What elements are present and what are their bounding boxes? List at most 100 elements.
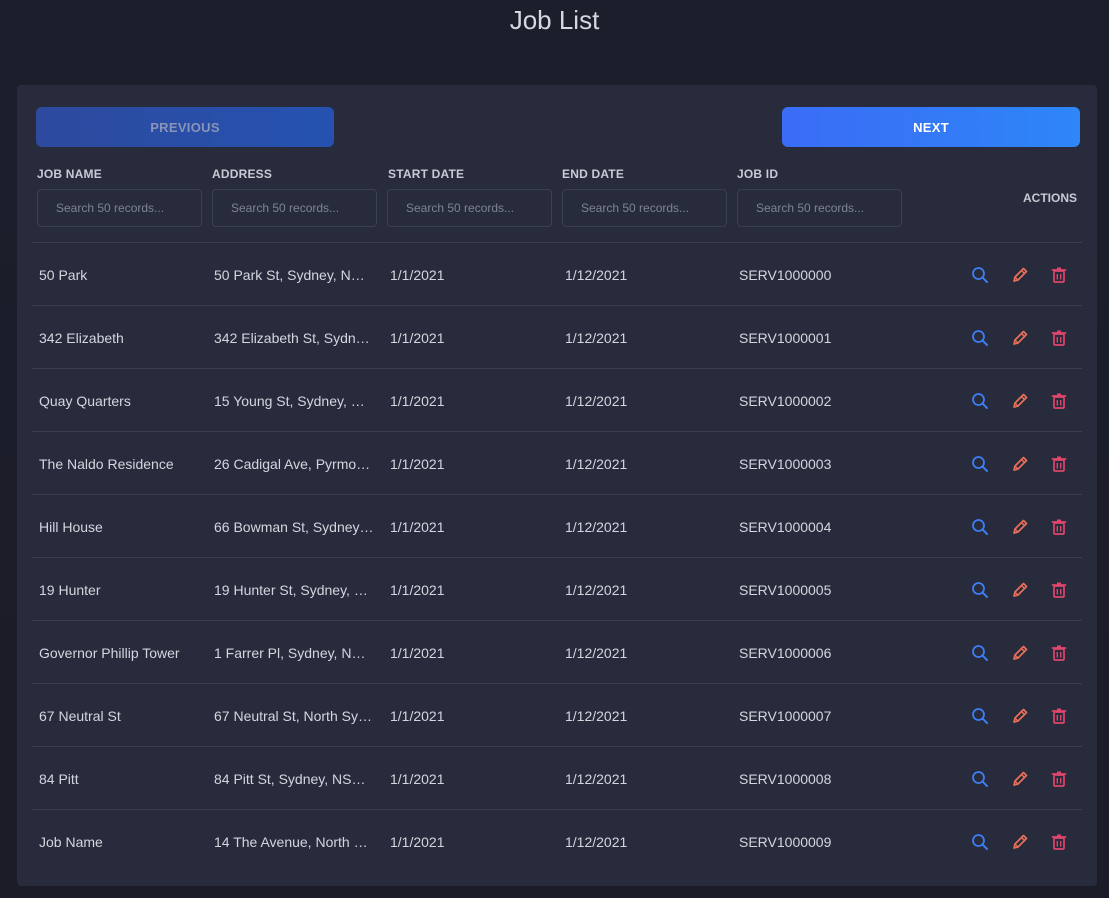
address-cell: 84 Pitt St, Sydney, NSW 2000	[214, 771, 374, 787]
address-search-input[interactable]	[212, 189, 377, 227]
trash-icon[interactable]	[1049, 580, 1069, 600]
table-row: 84 Pitt 84 Pitt St, Sydney, NSW 2000 1/1/2…	[32, 746, 1082, 809]
table-row: Job Name 14 The Avenue, North Sydney NSW …	[32, 809, 1082, 872]
table-row: Governor Phillip Tower 1 Farrer Pl, Sydne…	[32, 620, 1082, 683]
pencil-icon[interactable]	[1010, 769, 1030, 789]
job-id-cell: SERV1000006	[739, 645, 832, 661]
table-row: Hill House 66 Bowman St, Sydney NSW 2009 1…	[32, 494, 1082, 557]
trash-icon[interactable]	[1049, 391, 1069, 411]
search-icon[interactable]	[970, 265, 990, 285]
end-date-search-input[interactable]	[562, 189, 727, 227]
search-icon[interactable]	[970, 832, 990, 852]
table-row: 19 Hunter 19 Hunter St, Sydney, NSW 2000 1…	[32, 557, 1082, 620]
address-cell: 66 Bowman St, Sydney NSW 2009	[214, 519, 374, 535]
start-date-cell: 1/1/2021	[390, 456, 445, 472]
job-name-cell: 84 Pitt	[39, 771, 79, 787]
trash-icon[interactable]	[1049, 265, 1069, 285]
pencil-icon[interactable]	[1010, 328, 1030, 348]
job-name-cell: Job Name	[39, 834, 103, 850]
job-name-search-input[interactable]	[37, 189, 202, 227]
start-date-cell: 1/1/2021	[390, 582, 445, 598]
next-button[interactable]: NEXT	[782, 107, 1080, 147]
job-list-card: PREVIOUS NEXT JOB NAME ADDRESS START DAT…	[17, 85, 1097, 886]
start-date-cell: 1/1/2021	[390, 771, 445, 787]
trash-icon[interactable]	[1049, 832, 1069, 852]
search-icon[interactable]	[970, 706, 990, 726]
pencil-icon[interactable]	[1010, 832, 1030, 852]
trash-icon[interactable]	[1049, 328, 1069, 348]
end-date-cell: 1/12/2021	[565, 834, 628, 850]
job-name-cell: Quay Quarters	[39, 393, 131, 409]
end-date-cell: 1/12/2021	[565, 708, 628, 724]
start-date-cell: 1/1/2021	[390, 645, 445, 661]
pencil-icon[interactable]	[1010, 265, 1030, 285]
pencil-icon[interactable]	[1010, 580, 1030, 600]
job-name-cell: 67 Neutral St	[39, 708, 121, 724]
table-row: 50 Park 50 Park St, Sydney, NSW 2000 1/1/2…	[32, 242, 1082, 305]
job-name-cell: 19 Hunter	[39, 582, 101, 598]
job-name-cell: The Naldo Residence	[39, 456, 174, 472]
pencil-icon[interactable]	[1010, 706, 1030, 726]
pencil-icon[interactable]	[1010, 517, 1030, 537]
start-date-cell: 1/1/2021	[390, 519, 445, 535]
search-icon[interactable]	[970, 328, 990, 348]
table-row: 342 Elizabeth 342 Elizabeth St, Sydney NS…	[32, 305, 1082, 368]
search-icon[interactable]	[970, 580, 990, 600]
column-header-start-date: START DATE	[388, 167, 465, 181]
start-date-cell: 1/1/2021	[390, 708, 445, 724]
address-cell: 14 The Avenue, North Sydney NSW 2060	[214, 834, 374, 850]
trash-icon[interactable]	[1049, 517, 1069, 537]
start-date-cell: 1/1/2021	[390, 393, 445, 409]
end-date-cell: 1/12/2021	[565, 267, 628, 283]
trash-icon[interactable]	[1049, 769, 1069, 789]
pencil-icon[interactable]	[1010, 454, 1030, 474]
end-date-cell: 1/12/2021	[565, 582, 628, 598]
table-row: 67 Neutral St 67 Neutral St, North Sydney…	[32, 683, 1082, 746]
address-cell: 67 Neutral St, North Sydney NSW 2060	[214, 708, 374, 724]
job-id-cell: SERV1000004	[739, 519, 832, 535]
search-icon[interactable]	[970, 454, 990, 474]
job-id-cell: SERV1000009	[739, 834, 832, 850]
search-icon[interactable]	[970, 643, 990, 663]
previous-button[interactable]: PREVIOUS	[36, 107, 334, 147]
end-date-cell: 1/12/2021	[565, 330, 628, 346]
pencil-icon[interactable]	[1010, 643, 1030, 663]
start-date-cell: 1/1/2021	[390, 267, 445, 283]
table-row: The Naldo Residence 26 Cadigal Ave, Pyrmo…	[32, 431, 1082, 494]
job-id-cell: SERV1000008	[739, 771, 832, 787]
trash-icon[interactable]	[1049, 454, 1069, 474]
job-table-body: 50 Park 50 Park St, Sydney, NSW 2000 1/1/2…	[32, 242, 1082, 872]
trash-icon[interactable]	[1049, 643, 1069, 663]
column-header-actions: ACTIONS	[1023, 191, 1077, 205]
job-name-cell: Hill House	[39, 519, 103, 535]
start-date-search-input[interactable]	[387, 189, 552, 227]
job-id-cell: SERV1000007	[739, 708, 832, 724]
job-id-cell: SERV1000000	[739, 267, 832, 283]
column-header-job-id: JOB ID	[737, 167, 779, 181]
search-icon[interactable]	[970, 391, 990, 411]
table-row: Quay Quarters 15 Young St, Sydney, NSW 20…	[32, 368, 1082, 431]
job-id-cell: SERV1000002	[739, 393, 832, 409]
address-cell: 342 Elizabeth St, Sydney NSW 2000	[214, 330, 374, 346]
column-header-job-name: JOB NAME	[37, 167, 102, 181]
end-date-cell: 1/12/2021	[565, 393, 628, 409]
start-date-cell: 1/1/2021	[390, 330, 445, 346]
address-cell: 26 Cadigal Ave, Pyrmont NSW 2009	[214, 456, 374, 472]
end-date-cell: 1/12/2021	[565, 519, 628, 535]
pencil-icon[interactable]	[1010, 391, 1030, 411]
column-header-address: ADDRESS	[212, 167, 273, 181]
start-date-cell: 1/1/2021	[390, 834, 445, 850]
end-date-cell: 1/12/2021	[565, 456, 628, 472]
job-name-cell: Governor Phillip Tower	[39, 645, 180, 661]
trash-icon[interactable]	[1049, 706, 1069, 726]
address-cell: 1 Farrer Pl, Sydney, NSW 2000	[214, 645, 374, 661]
job-id-cell: SERV1000001	[739, 330, 832, 346]
address-cell: 19 Hunter St, Sydney, NSW 2000	[214, 582, 374, 598]
job-id-cell: SERV1000003	[739, 456, 832, 472]
end-date-cell: 1/12/2021	[565, 645, 628, 661]
search-icon[interactable]	[970, 769, 990, 789]
column-header-end-date: END DATE	[562, 167, 625, 181]
search-icon[interactable]	[970, 517, 990, 537]
page-title: Job List	[509, 5, 600, 35]
job-id-search-input[interactable]	[737, 189, 902, 227]
